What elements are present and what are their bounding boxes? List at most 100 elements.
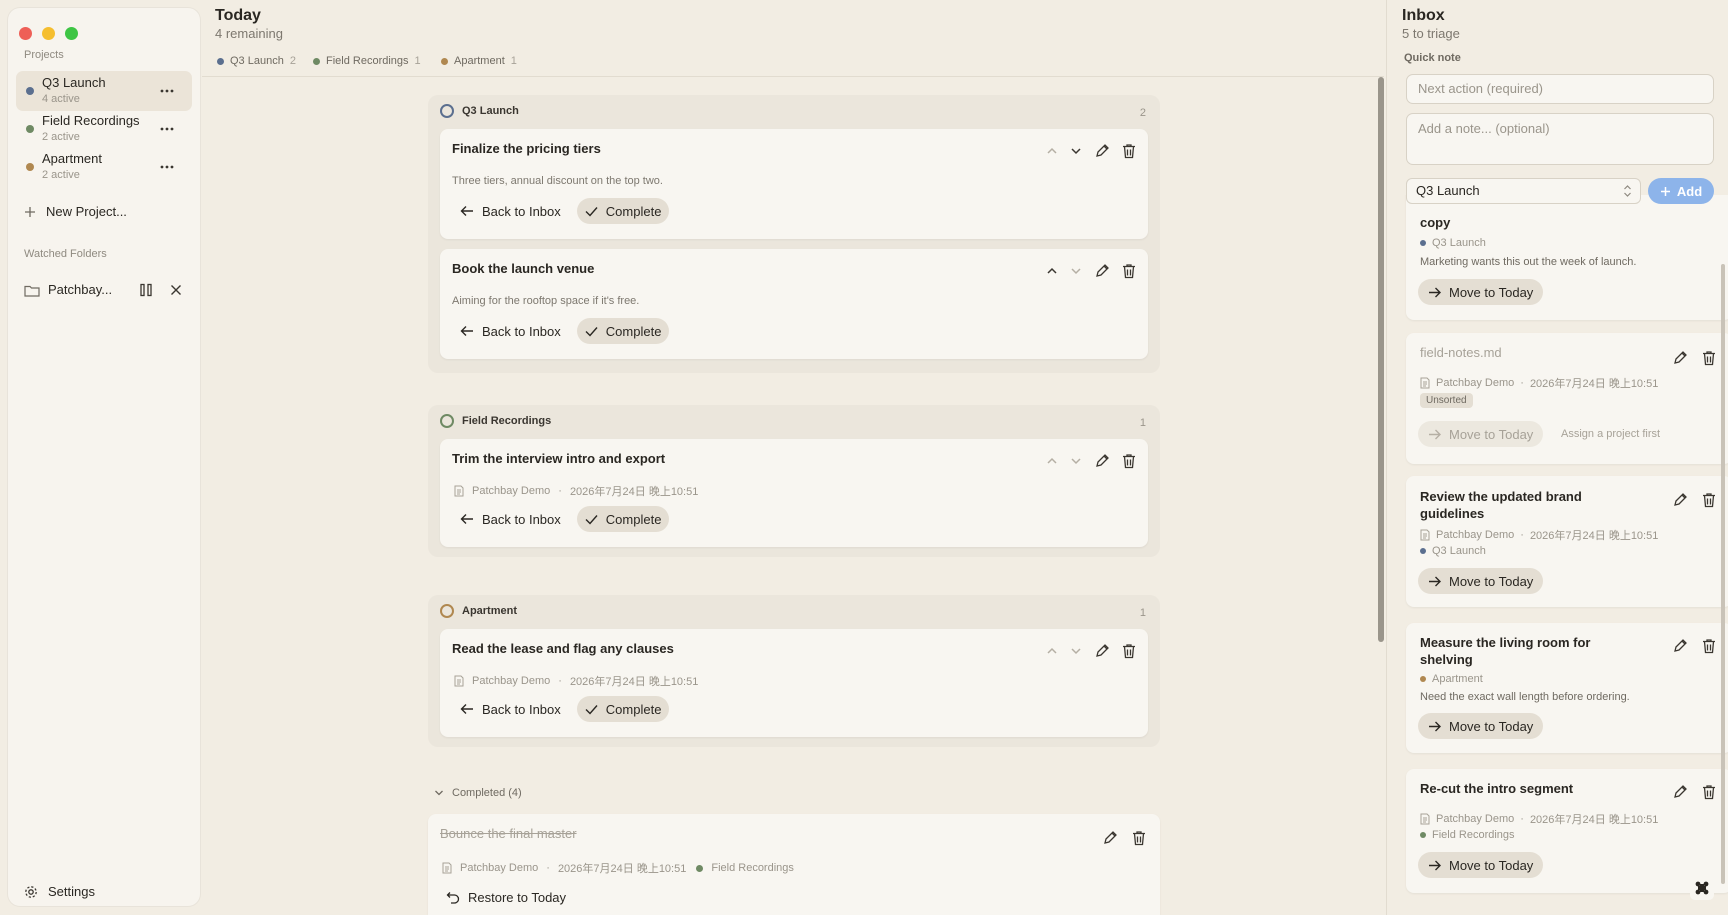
pencil-icon[interactable] [1094,263,1110,279]
pencil-icon[interactable] [1672,784,1688,800]
pencil-icon[interactable] [1094,643,1110,659]
sidebar-project-apartment[interactable]: Apartment 2 active [16,147,192,187]
inbox-item[interactable]: Re-cut the intro segment Patchbay Demo · 2… [1406,769,1728,893]
trash-icon[interactable] [1702,638,1716,654]
pencil-icon[interactable] [1094,453,1110,469]
next-action-input[interactable]: Next action (required) [1406,74,1714,104]
watched-folder-item[interactable]: Patchbay... [24,280,192,302]
meta-separator: · [546,862,550,874]
document-icon [1420,529,1430,541]
trash-icon[interactable] [1702,350,1716,366]
item-source: Patchbay Demo [1436,813,1515,825]
trash-icon[interactable] [1702,492,1716,508]
sidebar-project-field-recordings[interactable]: Field Recordings 2 active [16,109,192,149]
chevron-down-icon[interactable] [1070,145,1082,157]
close-window-button[interactable] [19,27,32,40]
more-options-icon[interactable] [160,160,174,174]
zoom-window-button[interactable] [65,27,78,40]
settings-label: Settings [48,884,95,899]
back-to-inbox-button[interactable]: Back to Inbox [452,696,569,722]
completed-toggle[interactable]: Completed (4) [434,787,522,799]
sidebar-project-q3-launch[interactable]: Q3 Launch 4 active [16,71,192,111]
project-name: Field Recordings [42,113,140,128]
new-project-button[interactable]: New Project... [24,204,127,219]
task-title: Finalize the pricing tiers [452,141,601,156]
completed-task-card[interactable]: Bounce the final master Patchbay Demo · … [428,814,1160,915]
arrow-left-icon [460,514,473,524]
filter-chip-apartment[interactable]: Apartment 1 [441,55,517,67]
chevron-down-icon[interactable] [1070,645,1082,657]
inbox-item-title: field-notes.md [1420,345,1502,360]
restore-to-today-button[interactable]: Restore to Today [438,884,574,910]
inbox-item[interactable]: copy Q3 Launch Marketing wants this out … [1406,195,1728,320]
move-label: Move to Today [1449,284,1534,300]
task-card[interactable]: Trim the interview intro and export Patc… [440,439,1148,547]
project-select-value: Q3 Launch [1416,183,1480,198]
more-options-icon[interactable] [160,122,174,136]
chevron-down-icon[interactable] [1070,265,1082,277]
pause-icon[interactable] [139,283,153,297]
trash-icon[interactable] [1132,830,1146,846]
move-to-today-button[interactable]: Move to Today [1418,852,1544,878]
filter-chip-field-recordings[interactable]: Field Recordings 1 [313,55,421,67]
project-name: Q3 Launch [1432,545,1486,557]
task-card[interactable]: Book the launch venue Aiming for the roo… [440,249,1148,359]
chevron-up-icon[interactable] [1046,645,1058,657]
settings-button[interactable]: Settings [24,884,95,899]
close-icon[interactable] [170,284,182,296]
inbox-item[interactable]: field-notes.md Patchbay Demo · 2026年7月24日 … [1406,333,1728,464]
pencil-icon[interactable] [1094,143,1110,159]
trash-icon[interactable] [1122,263,1136,279]
inbox-item[interactable]: Measure the living room for shelving Apa… [1406,623,1728,753]
pencil-icon[interactable] [1672,492,1688,508]
complete-button[interactable]: Complete [576,506,670,532]
chevron-up-icon[interactable] [1046,145,1058,157]
more-options-icon[interactable] [160,84,174,98]
move-to-today-button[interactable]: Move to Today [1418,279,1544,305]
sidebar: Projects Q3 Launch 4 active Field Record… [8,8,200,906]
note-textarea[interactable]: Add a note... (optional) [1406,113,1714,165]
scrollbar-thumb[interactable] [1378,77,1384,642]
group-ring-icon [440,414,454,428]
inbox-item-note: Need the exact wall length before orderi… [1420,691,1630,703]
back-to-inbox-button[interactable]: Back to Inbox [452,318,569,344]
project-select[interactable]: Q3 Launch [1406,178,1641,204]
pencil-icon[interactable] [1672,350,1688,366]
complete-button[interactable]: Complete [576,198,670,224]
group-ring-icon [440,104,454,118]
move-to-today-button[interactable]: Move to Today [1418,568,1544,594]
complete-button[interactable]: Complete [576,696,670,722]
chevron-down-icon[interactable] [1070,455,1082,467]
inbox-list: copy Q3 Launch Marketing wants this out … [1386,195,1728,915]
move-label: Move to Today [1449,573,1534,589]
trash-icon[interactable] [1702,784,1716,800]
chevron-up-icon[interactable] [1046,265,1058,277]
complete-button[interactable]: Complete [576,318,670,344]
task-source: Patchbay Demo [472,485,551,497]
move-to-today-button-disabled: Move to Today [1418,421,1544,447]
page-title: Today [215,7,261,24]
task-card[interactable]: Read the lease and flag any clauses Patc… [440,629,1148,737]
trash-icon[interactable] [1122,643,1136,659]
project-name: Apartment [1432,673,1483,685]
move-to-today-button[interactable]: Move to Today [1418,713,1544,739]
add-button[interactable]: Add [1648,178,1714,204]
trash-icon[interactable] [1122,453,1136,469]
gear-icon [24,885,38,899]
inbox-scrollbar[interactable] [1721,264,1725,884]
filter-chip-q3-launch[interactable]: Q3 Launch 2 [217,55,296,67]
task-card[interactable]: Finalize the pricing tiers Three tiers, … [440,129,1148,239]
chevron-up-icon[interactable] [1046,455,1058,467]
task-source: Patchbay Demo [472,675,551,687]
task-project: Field Recordings [711,862,794,874]
pencil-icon[interactable] [1102,830,1118,846]
task-actions [1102,830,1146,846]
task-title: Bounce the final master [440,826,577,841]
back-to-inbox-button[interactable]: Back to Inbox [452,506,569,532]
back-to-inbox-button[interactable]: Back to Inbox [452,198,569,224]
pencil-icon[interactable] [1672,638,1688,654]
trash-icon[interactable] [1122,143,1136,159]
app-menu-icon[interactable] [1690,876,1714,900]
inbox-item[interactable]: Review the updated brand guidelines Patc… [1406,476,1728,607]
minimize-window-button[interactable] [42,27,55,40]
